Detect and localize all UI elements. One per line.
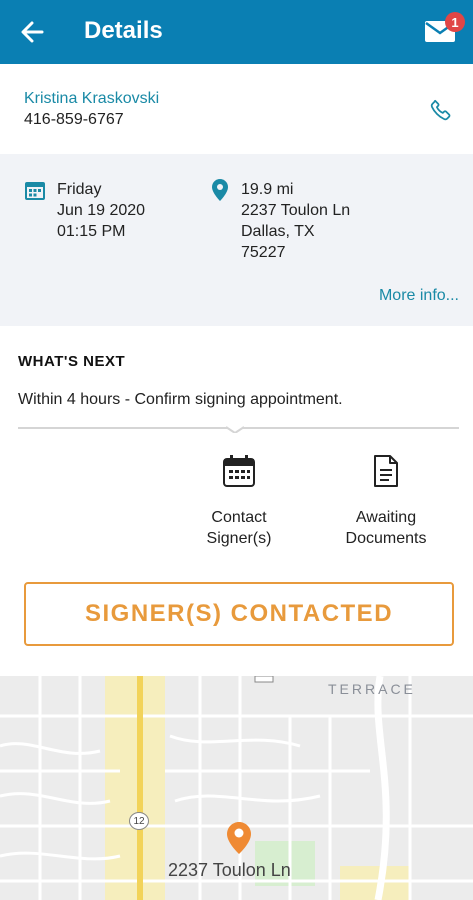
whats-next-section: WHAT'S NEXT Within 4 hours - Confirm sig… bbox=[0, 326, 473, 676]
step-pointer bbox=[226, 426, 244, 433]
more-info-link[interactable]: More info... bbox=[379, 287, 459, 305]
app-bar: Details 1 bbox=[0, 0, 473, 64]
city-state: Dallas, TX bbox=[241, 223, 315, 240]
back-button[interactable] bbox=[14, 16, 50, 48]
road-shield: 12 bbox=[129, 812, 149, 830]
step-awaiting-documents[interactable]: Awaiting Documents bbox=[326, 454, 446, 549]
map-marker-icon[interactable] bbox=[226, 821, 252, 855]
step-label-line1: Awaiting bbox=[355, 509, 417, 526]
calendar-icon bbox=[223, 455, 255, 487]
appointment-location: 19.9 mi 2237 Toulon Ln Dallas, TX 75227 bbox=[241, 179, 350, 263]
contact-name[interactable]: Kristina Kraskovski bbox=[24, 90, 159, 108]
appointment-info: Friday Jun 19 2020 01:15 PM 19.9 mi 2237… bbox=[0, 154, 473, 326]
whats-next-heading: WHAT'S NEXT bbox=[18, 353, 126, 370]
step-label: Awaiting Documents bbox=[326, 507, 446, 549]
contact-phone: 416-859-6767 bbox=[24, 111, 124, 128]
appointment-time: 01:15 PM bbox=[57, 223, 126, 240]
step-contact-signers[interactable]: Contact Signer(s) bbox=[179, 454, 299, 549]
step-label-line2: Documents bbox=[345, 530, 427, 547]
zip-code: 75227 bbox=[241, 244, 286, 261]
arrow-left-icon bbox=[21, 21, 44, 43]
step-label: Contact Signer(s) bbox=[179, 507, 299, 549]
appointment-date: Jun 19 2020 bbox=[57, 202, 146, 219]
map-view[interactable]: TERRACE 12 2237 Toulon Ln bbox=[0, 676, 473, 900]
document-icon bbox=[374, 455, 398, 487]
step-label-line1: Contact bbox=[211, 509, 267, 526]
whats-next-description: Within 4 hours - Confirm signing appoint… bbox=[18, 391, 343, 408]
area-label: TERRACE bbox=[328, 681, 416, 697]
notification-badge: 1 bbox=[445, 12, 465, 32]
appointment-day: Friday bbox=[57, 181, 102, 198]
phone-icon[interactable] bbox=[428, 97, 454, 123]
map-address-label: 2237 Toulon Ln bbox=[168, 860, 291, 880]
calendar-icon bbox=[25, 182, 45, 200]
step-label-line2: Signer(s) bbox=[206, 530, 272, 547]
appointment-datetime: Friday Jun 19 2020 01:15 PM bbox=[57, 179, 145, 242]
contact-section: Kristina Kraskovski 416-859-6767 bbox=[0, 64, 473, 154]
location-pin-icon bbox=[212, 179, 228, 201]
page-title: Details bbox=[84, 17, 163, 44]
street-address: 2237 Toulon Ln bbox=[241, 202, 351, 219]
distance: 19.9 mi bbox=[241, 181, 294, 198]
signers-contacted-button[interactable]: SIGNER(S) CONTACTED bbox=[24, 582, 454, 646]
